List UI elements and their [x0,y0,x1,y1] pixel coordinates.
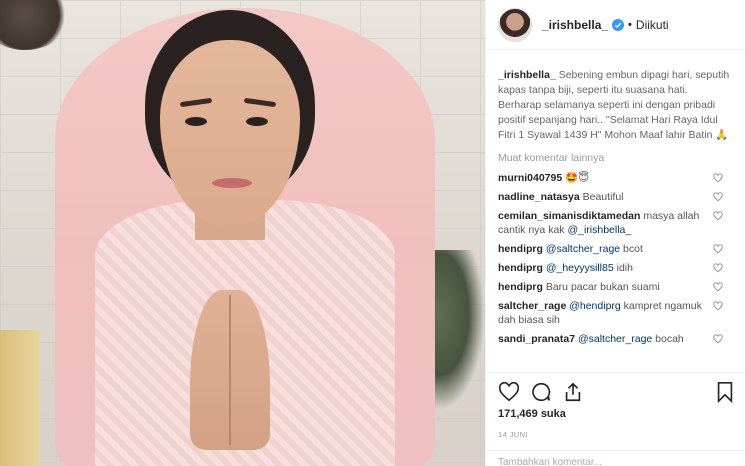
comment-text: 🤩😇 [565,172,590,184]
action-bar [486,372,745,404]
comment-text: bocah [652,333,684,345]
comment-item: nadline_natasya Beautiful [498,190,731,204]
comment-text: idih [613,262,633,274]
comment-username[interactable]: sandi_pranata7 [498,333,575,345]
comment-item: sandi_pranata7 @saltcher_rage bocah [498,332,731,346]
username-link[interactable]: _irishbella_ [542,18,608,32]
comment-like-heart-icon[interactable] [713,244,723,254]
comment-like-heart-icon[interactable] [713,173,723,183]
comment-text: Baru pacar bukan suami [545,281,660,293]
verified-badge-icon [612,18,625,31]
comment-mention-link[interactable]: @hendiprg [569,300,621,312]
comment-like-heart-icon[interactable] [713,301,723,311]
post-photo[interactable] [0,0,485,466]
comment-item: saltcher_rage @hendiprg kampret ngamuk d… [498,299,731,327]
comment-username[interactable]: nadline_natasya [498,191,580,203]
right-eye [246,117,268,126]
comment-username[interactable]: hendiprg [498,262,543,274]
lips [212,178,252,188]
comment-username[interactable]: saltcher_rage [498,300,566,312]
comment-text: Beautiful [582,191,624,203]
comment-like-heart-icon[interactable] [713,263,723,273]
post-header: _irishbella_ • Diikuti [486,0,745,50]
post-side-panel: _irishbella_ • Diikuti _irishbella_ Sebe… [485,0,745,466]
comment-item: hendiprg Baru pacar bukan suami [498,280,731,294]
praying-hands [190,290,270,450]
comment-mention-link[interactable]: @saltcher_rage [578,333,652,345]
avatar[interactable] [498,7,532,42]
comment-text: bcot [620,243,643,255]
separator-dot: • [628,18,632,31]
comment-bubble-icon[interactable] [530,381,552,403]
comment-like-heart-icon[interactable] [713,211,723,221]
comment-item: hendiprg @saltcher_rage bcot [498,242,731,256]
follow-status-button[interactable]: Diikuti [636,18,669,32]
load-more-comments-link[interactable]: Muat komentar lainnya [498,152,731,164]
comment-mention-link[interactable]: @saltcher_rage [546,243,620,255]
heart-icon[interactable] [498,381,520,403]
comment-item: murni040795 🤩😇 [498,171,731,185]
add-comment-field[interactable]: Tambahkan komentar... [486,450,745,466]
comment-like-heart-icon[interactable] [713,282,723,292]
yellow-pillar [0,330,40,466]
comment-username[interactable]: hendiprg [498,281,543,293]
comment-like-heart-icon[interactable] [713,334,723,344]
likes-count[interactable]: 171,469 suka [498,408,566,420]
comments-list[interactable]: _irishbella_ Sebening embun dipagi hari,… [486,50,745,372]
caption-username[interactable]: _irishbella_ [498,69,556,81]
share-arrow-icon[interactable] [562,381,584,403]
comment-mention-link[interactable]: @_heyyysill85 [546,262,614,274]
add-comment-placeholder: Tambahkan komentar... [498,457,602,466]
caption: _irishbella_ Sebening embun dipagi hari,… [498,68,731,143]
comment-username[interactable]: murni040795 [498,172,562,184]
comment-item: cemilan_simanisdiktamedan masya allah ca… [498,209,731,237]
comment-item: hendiprg @_heyyysill85 idih [498,261,731,275]
comment-username[interactable]: hendiprg [498,243,543,255]
post-date: 14 JUNI [498,430,528,439]
comment-like-heart-icon[interactable] [713,192,723,202]
left-eye [185,117,207,126]
comment-mention-link[interactable]: @_irishbella_ [567,224,631,236]
bookmark-icon[interactable] [714,381,736,403]
comment-username[interactable]: cemilan_simanisdiktamedan [498,210,640,222]
